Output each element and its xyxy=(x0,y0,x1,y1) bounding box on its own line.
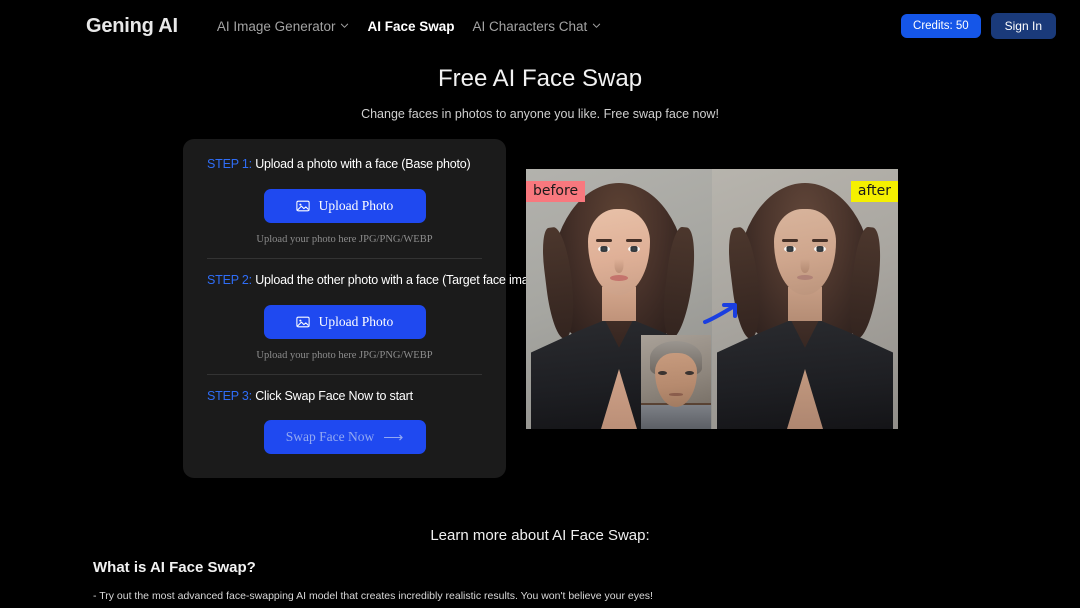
step-1-text: Upload a photo with a face (Base photo) xyxy=(251,157,471,171)
source-face-thumbnail xyxy=(641,335,711,429)
faq-answer-1: - Try out the most advanced face-swappin… xyxy=(93,590,653,602)
step-1: STEP 1: Upload a photo with a face (Base… xyxy=(207,157,482,245)
mouth xyxy=(610,275,628,281)
nose xyxy=(614,259,624,273)
eye-left xyxy=(784,246,796,252)
header-actions: Credits: 50 Sign In xyxy=(901,13,1056,39)
upload-photo-button-base[interactable]: Upload Photo xyxy=(263,189,426,223)
faq-section: What is AI Face Swap? - Try out the most… xyxy=(0,559,1080,608)
upload-button-label: Upload Photo xyxy=(318,198,394,213)
divider xyxy=(207,258,482,259)
sign-in-button[interactable]: Sign In xyxy=(990,13,1056,39)
upload-hint-target: Upload your photo here JPG/PNG/WEBP xyxy=(256,350,433,361)
step-1-label: STEP 1: xyxy=(207,157,252,171)
male-eye-left xyxy=(658,371,667,375)
step-2-label: STEP 2: xyxy=(207,273,252,287)
nav-label: AI Face Swap xyxy=(367,18,455,34)
upload-photo-button-target[interactable]: Upload Photo xyxy=(263,305,426,339)
nav-label: AI Characters Chat xyxy=(472,18,588,34)
step-3-text: Click Swap Face Now to start xyxy=(251,389,413,403)
nose xyxy=(800,259,810,273)
male-mouth xyxy=(669,393,683,396)
step-1-heading: STEP 1: Upload a photo with a face (Base… xyxy=(207,157,482,171)
after-tag: after xyxy=(850,181,898,203)
step-3-heading: STEP 3: Click Swap Face Now to start xyxy=(207,389,482,403)
swap-button-label: Swap Face Now xyxy=(285,429,375,444)
arrow-right-icon: ⟶ xyxy=(383,429,404,445)
before-after-demo-image: before after xyxy=(526,169,898,429)
nav-label: AI Image Generator xyxy=(216,18,336,34)
eye-left xyxy=(598,246,610,252)
eyebrow-right xyxy=(626,239,642,242)
upload-hint-base: Upload your photo here JPG/PNG/WEBP xyxy=(256,234,433,245)
divider xyxy=(207,374,482,375)
nav-item-ai-image-generator[interactable]: AI Image Generator xyxy=(217,19,350,34)
eyebrow-left xyxy=(596,239,612,242)
swap-face-now-button[interactable]: Swap Face Now ⟶ xyxy=(263,420,426,454)
nav-item-ai-face-swap[interactable]: AI Face Swap xyxy=(367,19,454,34)
image-icon xyxy=(296,199,310,213)
steps-panel: STEP 1: Upload a photo with a face (Base… xyxy=(183,139,546,478)
step-2-text: Upload the other photo with a face (Targ… xyxy=(251,273,546,287)
after-image: after xyxy=(712,169,898,429)
credits-badge[interactable]: Credits: 50 xyxy=(901,14,981,38)
eyebrow-left xyxy=(782,239,798,242)
page-subtitle: Change faces in photos to anyone you lik… xyxy=(361,107,719,121)
site-header: Gening AI AI Image Generator AI Face Swa… xyxy=(0,0,1080,52)
brand-logo[interactable]: Gening AI xyxy=(86,15,178,38)
upload-button-label: Upload Photo xyxy=(318,314,394,329)
shirt xyxy=(641,405,711,429)
step-3-label: STEP 3: xyxy=(207,389,252,403)
learn-more-heading: Learn more about AI Face Swap: xyxy=(430,527,650,544)
eyebrow-right xyxy=(812,239,828,242)
step-2-heading: STEP 2: Upload the other photo with a fa… xyxy=(207,273,546,287)
before-tag: before xyxy=(526,181,586,203)
hero-section: Free AI Face Swap Change faces in photos… xyxy=(0,52,1080,121)
step-2: STEP 2: Upload the other photo with a fa… xyxy=(207,273,546,361)
image-icon xyxy=(296,315,310,329)
male-eye-right xyxy=(685,371,694,375)
page-title: Free AI Face Swap xyxy=(437,65,643,92)
faq-question-1: What is AI Face Swap? xyxy=(93,559,256,576)
eye-right xyxy=(814,246,826,252)
mouth xyxy=(797,275,813,280)
eye-right xyxy=(628,246,640,252)
main-navigation: AI Image Generator AI Face Swap AI Chara… xyxy=(217,19,601,34)
main-content: STEP 1: Upload a photo with a face (Base… xyxy=(0,139,1080,478)
nav-item-ai-characters-chat[interactable]: AI Characters Chat xyxy=(473,19,602,34)
chevron-down-icon xyxy=(592,21,601,30)
step-3: STEP 3: Click Swap Face Now to start Swa… xyxy=(207,389,482,454)
blue-arrow-icon xyxy=(702,301,742,334)
chevron-down-icon xyxy=(340,21,349,30)
